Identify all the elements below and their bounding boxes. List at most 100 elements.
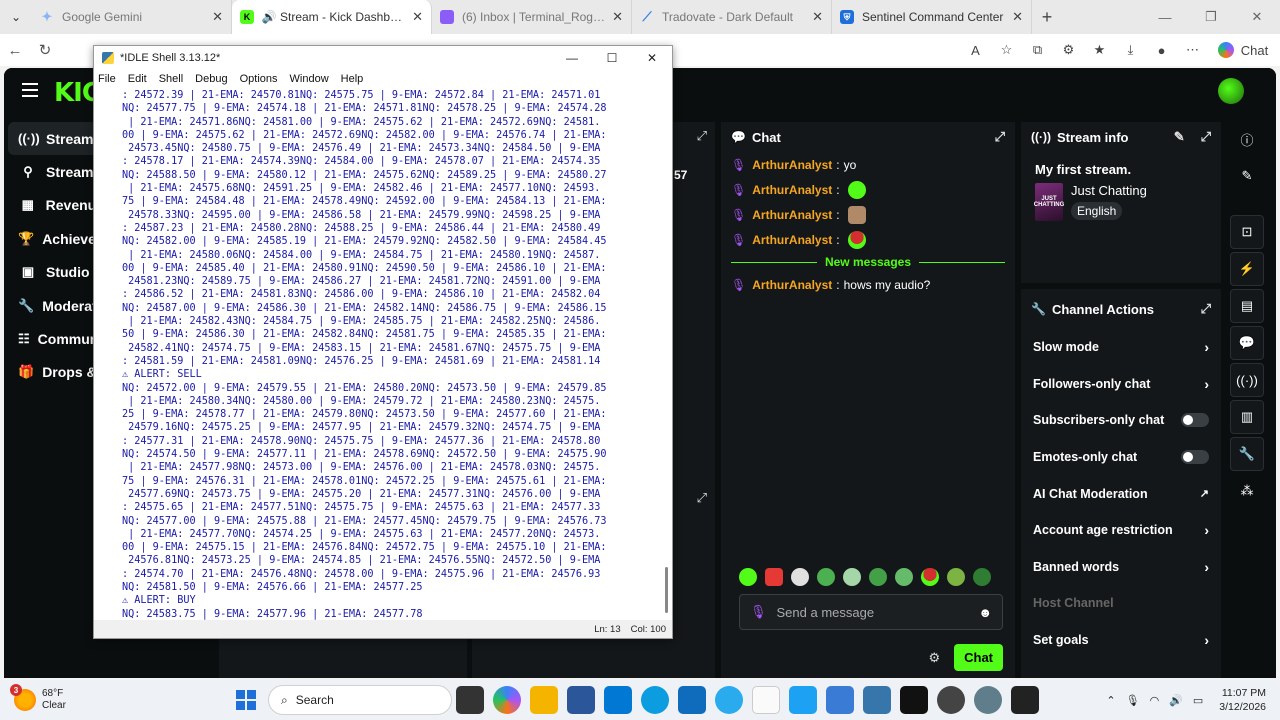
menu-options[interactable]: Options — [240, 73, 278, 85]
menu-debug[interactable]: Debug — [195, 73, 227, 85]
close-icon[interactable]: ✕ — [632, 51, 672, 65]
chat-username[interactable]: ArthurAnalyst — [752, 233, 832, 247]
layout-icon[interactable]: ▥ — [1230, 400, 1264, 434]
terminal-ps-icon[interactable] — [567, 686, 595, 714]
tab-kick-dashboard[interactable]: K 🔊 Stream - Kick Dashboard ✕ — [232, 0, 432, 34]
new-tab-button[interactable]: + — [1032, 7, 1062, 28]
weather-widget[interactable]: 3 68°F Clear — [0, 684, 200, 712]
close-tab-icon[interactable]: ✕ — [812, 9, 823, 25]
edit-pencil-icon[interactable]: ✎ — [1174, 129, 1185, 145]
subscribers-only-toggle[interactable] — [1181, 413, 1209, 428]
minimize-icon[interactable]: — — [552, 51, 592, 65]
battery-icon[interactable]: ▭ — [1193, 694, 1203, 707]
action-slow-mode[interactable]: Slow mode › — [1021, 329, 1221, 366]
emotes-only-toggle[interactable] — [1181, 450, 1209, 465]
action-ai-moderation[interactable]: AI Chat Moderation ↗ — [1021, 475, 1221, 512]
wifi-icon[interactable]: ◠ — [1150, 694, 1160, 707]
user-avatar[interactable] — [1218, 78, 1244, 104]
extensions-icon[interactable]: ⧉ — [1022, 42, 1053, 58]
expand-icon[interactable]: ⤢ — [1201, 129, 1211, 145]
notes-icon[interactable]: ▤ — [1230, 289, 1264, 323]
file-explorer-icon[interactable] — [530, 686, 558, 714]
copilot-chat-button[interactable]: Chat — [1208, 42, 1280, 58]
info-icon[interactable]: ⓘ — [1230, 122, 1264, 156]
chat-message-input[interactable]: 🎙 Send a message ☻ — [739, 594, 1003, 630]
favorites-icon[interactable]: ★ — [1084, 42, 1115, 58]
chat-settings-icon[interactable]: ⚙ — [928, 650, 940, 666]
emote-icon[interactable] — [921, 568, 939, 586]
close-tab-icon[interactable]: ✕ — [1012, 9, 1023, 25]
task-view-icon[interactable] — [456, 686, 484, 714]
emote-icon[interactable] — [791, 568, 809, 586]
notepad-icon[interactable] — [752, 686, 780, 714]
edit-pencil-icon[interactable]: ✎ — [1230, 159, 1264, 193]
menu-shell[interactable]: Shell — [159, 73, 183, 85]
sidebar-item-revenue[interactable]: ▦ Revenue — [4, 189, 104, 222]
windows-start-icon[interactable] — [236, 690, 256, 710]
clock[interactable]: 11:07 PM 3/12/2026 — [1219, 686, 1266, 714]
python-idle-icon[interactable] — [863, 686, 891, 714]
action-account-age[interactable]: Account age restriction › — [1021, 512, 1221, 549]
calculator-icon[interactable] — [826, 686, 854, 714]
microphone-icon[interactable]: 🎙 — [1126, 694, 1140, 707]
sidebar-item-studio[interactable]: ▣ Studio — [4, 256, 104, 289]
wrench-icon[interactable]: 🔧 — [1230, 437, 1264, 471]
apps-icon[interactable]: ⁂ — [1230, 474, 1264, 508]
shell-output[interactable]: : 24572.39 | 21-EMA: 24570.81NQ: 24575.7… — [98, 89, 664, 620]
profile-icon[interactable]: ● — [1146, 43, 1177, 58]
expand-icon[interactable]: ⤢ — [697, 128, 707, 144]
shell-scrollbar[interactable] — [664, 89, 670, 620]
twitter-icon[interactable] — [789, 686, 817, 714]
close-tab-icon[interactable]: ✕ — [612, 9, 623, 25]
emoji-picker-icon[interactable]: ☻ — [978, 605, 992, 620]
expand-icon[interactable]: ⤢ — [697, 490, 707, 506]
chat-bubble-icon[interactable]: 💬 — [1230, 326, 1264, 360]
chevron-up-icon[interactable]: ⌃ — [1106, 694, 1115, 707]
minimize-icon[interactable]: — — [1142, 0, 1188, 34]
copilot-icon[interactable] — [493, 686, 521, 714]
tab-gemini[interactable]: ✦ Google Gemini ✕ — [32, 0, 232, 34]
action-banned-words[interactable]: Banned words › — [1021, 549, 1221, 586]
settings-icon[interactable] — [974, 686, 1002, 714]
menu-help[interactable]: Help — [341, 73, 364, 85]
tab-tradovate[interactable]: ⟋ Tradovate - Dark Default ✕ — [632, 0, 832, 34]
kick-app-icon[interactable] — [900, 686, 928, 714]
chat-username[interactable]: ArthurAnalyst — [752, 208, 832, 222]
browser-essentials-icon[interactable]: ⚙ — [1053, 42, 1084, 58]
menu-file[interactable]: File — [98, 73, 116, 85]
idle-title-bar[interactable]: *IDLE Shell 3.13.12* — ☐ ✕ — [94, 46, 672, 70]
emote-icon[interactable] — [895, 568, 913, 586]
broadcast-icon[interactable]: ((·)) — [1230, 363, 1264, 397]
speaker-icon[interactable]: 🔊 — [262, 10, 277, 24]
sidebar-item-stream-url[interactable]: ⚲ Stream — [4, 155, 104, 188]
refresh-icon[interactable]: ↻ — [30, 41, 60, 59]
emote-icon[interactable] — [765, 568, 783, 586]
tab-proton-inbox[interactable]: (6) Inbox | Terminal_Roger@proto ✕ — [432, 0, 632, 34]
command-prompt-icon[interactable] — [1011, 686, 1039, 714]
emote-icon[interactable] — [947, 568, 965, 586]
emote-icon[interactable] — [973, 568, 991, 586]
action-set-goals[interactable]: Set goals › — [1021, 622, 1221, 659]
sidebar-item-stream[interactable]: ((·)) Stream — [8, 122, 100, 156]
chat-send-button[interactable]: Chat — [954, 644, 1003, 671]
chat-username[interactable]: ArthurAnalyst — [752, 278, 832, 292]
menu-icon[interactable] — [22, 83, 38, 97]
volume-icon[interactable]: 🔊 — [1169, 694, 1183, 707]
emote-icon[interactable] — [843, 568, 861, 586]
maximize-icon[interactable]: ❐ — [1188, 0, 1234, 34]
more-icon[interactable]: ⋯ — [1177, 42, 1208, 58]
close-tab-icon[interactable]: ✕ — [412, 9, 423, 25]
tab-actions-menu-icon[interactable]: ⌄ — [0, 0, 32, 34]
taskbar-search[interactable]: ⌕ Search — [268, 685, 452, 715]
emote-icon[interactable] — [817, 568, 835, 586]
emote-icon[interactable] — [739, 568, 757, 586]
lightning-icon[interactable]: ⚡ — [1230, 252, 1264, 286]
downloads-icon[interactable]: ⤓ — [1115, 42, 1146, 58]
obs-icon[interactable] — [937, 686, 965, 714]
close-tab-icon[interactable]: ✕ — [212, 9, 223, 25]
chat-username[interactable]: ArthurAnalyst — [752, 183, 832, 197]
back-icon[interactable]: ← — [0, 42, 30, 59]
sidebar-item-achievements[interactable]: 🏆 Achievements — [4, 222, 137, 255]
tab-sentinel[interactable]: ⛨ Sentinel Command Center ✕ — [832, 0, 1032, 34]
menu-edit[interactable]: Edit — [128, 73, 147, 85]
